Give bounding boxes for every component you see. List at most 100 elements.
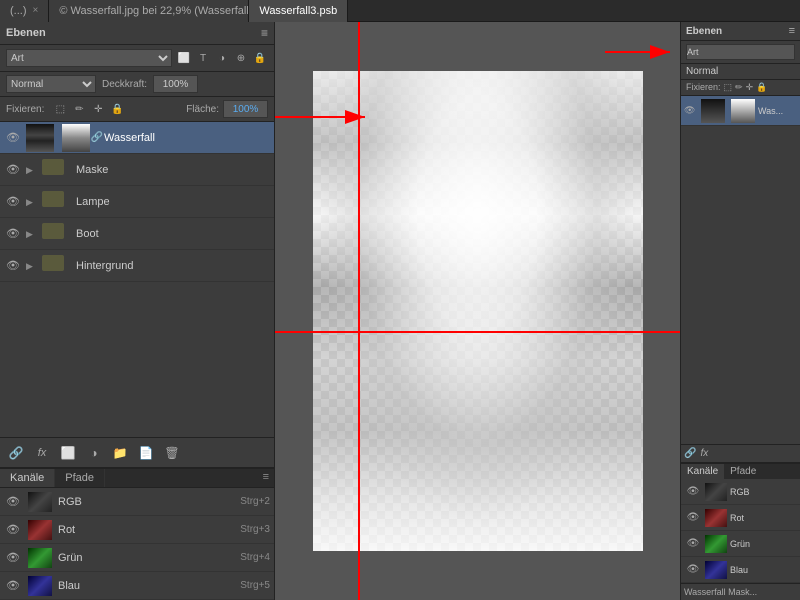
- right-ch-row-blau[interactable]: 👁 Blau: [681, 557, 800, 583]
- layer-item-boot[interactable]: 👁 ▶ Boot: [0, 218, 274, 250]
- layer-expand-lampe[interactable]: ▶: [26, 196, 42, 208]
- layer-eye-lampe[interactable]: 👁: [4, 193, 22, 211]
- right-ch-tab-kanaele[interactable]: Kanäle: [681, 464, 724, 479]
- right-ch-name-rgb: RGB: [730, 487, 750, 497]
- ch-name-rot: Rot: [58, 524, 240, 536]
- layer-item-lampe[interactable]: 👁 ▶ Lampe: [0, 186, 274, 218]
- blend-mode-select[interactable]: Normal: [6, 75, 96, 93]
- layer-eye-maske[interactable]: 👁: [4, 161, 22, 179]
- right-lock-icon-4[interactable]: 🔒: [756, 82, 767, 93]
- right-lock-icon-3[interactable]: ✛: [746, 82, 754, 93]
- canvas-area: [275, 22, 680, 600]
- right-layer-eye[interactable]: 👁: [684, 105, 698, 116]
- left-ch-tab-pfade[interactable]: Pfade: [55, 469, 105, 487]
- right-link-btn[interactable]: 🔗: [684, 448, 696, 459]
- layer-item-maske[interactable]: 👁 ▶ Maske: [0, 154, 274, 186]
- right-search: [681, 41, 800, 64]
- tab-1[interactable]: (...) ×: [0, 0, 49, 22]
- ch-panel-menu[interactable]: ≡: [258, 469, 274, 487]
- lock-transparent-icon[interactable]: ⬚: [52, 101, 68, 117]
- ch-row-gruen[interactable]: 👁 Grün Strg+4: [0, 544, 274, 572]
- ch-thumb-blau: [28, 576, 52, 596]
- ch-row-blau[interactable]: 👁 Blau Strg+5: [0, 572, 274, 600]
- left-search-bar: Art ⬜ T ◑ ⊕ 🔒: [0, 45, 274, 72]
- link-layers-btn[interactable]: 🔗: [6, 443, 26, 463]
- delete-layer-btn[interactable]: 🗑: [162, 443, 182, 463]
- right-blend: Normal: [681, 64, 800, 80]
- tab-3[interactable]: Wasserfall3.psb: [249, 0, 348, 22]
- tab-1-close[interactable]: ×: [33, 5, 39, 16]
- filter-icon-1[interactable]: ⬜: [176, 50, 192, 66]
- layer-eye-hintergrund[interactable]: 👁: [4, 257, 22, 275]
- right-ch-eye-rgb[interactable]: 👁: [684, 486, 702, 497]
- right-fx-btn[interactable]: fx: [700, 448, 708, 459]
- tab-bar: (...) × © Wasserfall.jpg bei 22,9% (Wass…: [0, 0, 800, 22]
- ch-eye-rgb[interactable]: 👁: [4, 495, 22, 508]
- layer-name-hintergrund: Hintergrund: [76, 260, 270, 272]
- right-lock-icon-1[interactable]: ⬚: [724, 82, 733, 93]
- opacity-label: Deckkraft:: [102, 79, 147, 90]
- right-ch-eye-rot[interactable]: 👁: [684, 512, 702, 523]
- layer-item-hintergrund[interactable]: 👁 ▶ Hintergrund: [0, 250, 274, 282]
- layer-item-wasserfall[interactable]: 👁 🔗 Wasserfall: [0, 122, 274, 154]
- lock-all-icon[interactable]: 🔒: [109, 101, 125, 117]
- right-fix-label: Fixieren:: [686, 82, 721, 93]
- right-ch-thumb-gruen: [705, 535, 727, 553]
- ch-eye-blau[interactable]: 👁: [4, 579, 22, 592]
- right-panel-menu-icon[interactable]: ≡: [789, 25, 795, 37]
- right-search-input[interactable]: [686, 44, 795, 60]
- ch-eye-rot[interactable]: 👁: [4, 523, 22, 536]
- right-layer-name: Was...: [758, 106, 783, 116]
- right-ch-name-gruen: Grün: [730, 539, 750, 549]
- right-panel: Ebenen ≡ Normal Fixieren: ⬚ ✏ ✛ 🔒 👁 Was.…: [680, 22, 800, 600]
- right-ch-name-blau: Blau: [730, 565, 748, 575]
- new-group-btn[interactable]: 📁: [110, 443, 130, 463]
- fx-btn[interactable]: fx: [32, 443, 52, 463]
- fill-label: Fläche:: [186, 104, 219, 115]
- left-panel-header: Ebenen ≡: [0, 22, 274, 45]
- layer-eye-boot[interactable]: 👁: [4, 225, 22, 243]
- right-lock-icon-2[interactable]: ✏: [735, 82, 743, 93]
- left-channels-panel: Kanäle Pfade ≡ 👁 RGB Strg+2 👁 Rot Strg+3…: [0, 467, 274, 600]
- new-adjustment-btn[interactable]: ◑: [84, 443, 104, 463]
- left-blend-row: Normal Deckkraft:: [0, 72, 274, 97]
- filter-icon-3[interactable]: ◑: [214, 50, 230, 66]
- right-ch-row-rot[interactable]: 👁 Rot: [681, 505, 800, 531]
- left-ch-tab-kanaele[interactable]: Kanäle: [0, 469, 55, 487]
- ch-name-blau: Blau: [58, 580, 240, 592]
- layer-expand-boot[interactable]: ▶: [26, 228, 42, 240]
- right-layer-item-wasserfall[interactable]: 👁 Was...: [681, 96, 800, 126]
- right-ch-row-gruen[interactable]: 👁 Grün: [681, 531, 800, 557]
- right-ch-eye-blau[interactable]: 👁: [684, 564, 702, 575]
- fill-input[interactable]: [223, 100, 268, 118]
- filter-icon-5[interactable]: 🔒: [252, 50, 268, 66]
- filter-icon-4[interactable]: ⊕: [233, 50, 249, 66]
- filter-icon-2[interactable]: T: [195, 50, 211, 66]
- layer-mask-thumb-wasserfall: [62, 124, 90, 152]
- left-search-select[interactable]: Art: [6, 49, 172, 67]
- tab-2[interactable]: © Wasserfall.jpg bei 22,9% (Wasserfall,.…: [49, 0, 249, 22]
- left-panel: Ebenen ≡ Art ⬜ T ◑ ⊕ 🔒 Normal Deckkraft:: [0, 22, 275, 600]
- canvas-container: [313, 71, 643, 551]
- layer-eye-wasserfall[interactable]: 👁: [4, 129, 22, 147]
- layer-name-maske: Maske: [76, 164, 270, 176]
- lock-position-icon[interactable]: ✛: [90, 101, 106, 117]
- right-channels-panel: Kanäle Pfade 👁 RGB 👁 Rot 👁 Grün 👁: [681, 462, 800, 600]
- ch-thumb-rot: [28, 520, 52, 540]
- layer-expand-hintergrund[interactable]: ▶: [26, 260, 42, 272]
- ch-row-rot[interactable]: 👁 Rot Strg+3: [0, 516, 274, 544]
- right-ch-eye-gruen[interactable]: 👁: [684, 538, 702, 549]
- main-layout: Ebenen ≡ Art ⬜ T ◑ ⊕ 🔒 Normal Deckkraft:: [0, 22, 800, 600]
- layer-link-wasserfall[interactable]: 🔗: [90, 132, 104, 143]
- layer-expand-maske[interactable]: ▶: [26, 164, 42, 176]
- ch-eye-gruen[interactable]: 👁: [4, 551, 22, 564]
- right-ch-row-rgb[interactable]: 👁 RGB: [681, 479, 800, 505]
- opacity-input[interactable]: [153, 75, 198, 93]
- lock-pixels-icon[interactable]: ✏: [71, 101, 87, 117]
- add-mask-btn[interactable]: ⬜: [58, 443, 78, 463]
- ch-row-rgb[interactable]: 👁 RGB Strg+2: [0, 488, 274, 516]
- new-layer-btn[interactable]: 📄: [136, 443, 156, 463]
- left-panel-menu-icon[interactable]: ≡: [261, 26, 268, 40]
- right-ch-tab-pfade[interactable]: Pfade: [724, 464, 762, 479]
- right-ch-thumb-rot: [705, 509, 727, 527]
